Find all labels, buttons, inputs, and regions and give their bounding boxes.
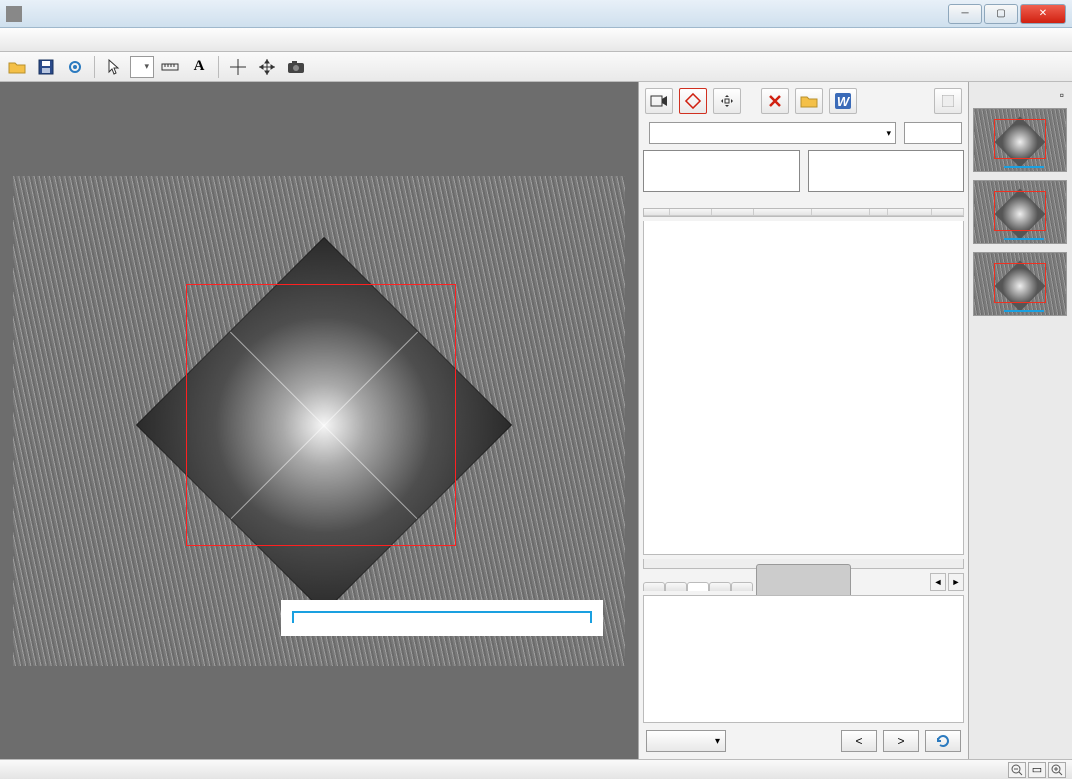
tab-next[interactable]: ► (948, 573, 964, 591)
menu-file[interactable] (4, 37, 24, 43)
album-thumb-3[interactable] (973, 252, 1067, 316)
zoom-in-button[interactable] (1048, 762, 1066, 778)
scale-bar (281, 600, 603, 636)
chart-refresh-button[interactable] (925, 730, 961, 752)
statusbar: ▭ (0, 759, 1072, 779)
close-button[interactable]: ✕ (1020, 4, 1066, 24)
part-no-input[interactable] (904, 122, 962, 144)
word-export-button[interactable]: W (829, 88, 857, 114)
menu-geometry[interactable] (104, 37, 124, 43)
menubar (0, 28, 1072, 52)
tab-settings[interactable] (665, 582, 687, 591)
album-pin-icon[interactable]: ▫ (1060, 88, 1064, 102)
indent-detect-button[interactable] (679, 88, 707, 114)
tab-prev[interactable]: ◄ (930, 573, 946, 591)
open-button[interactable] (4, 55, 30, 79)
part-name-combo[interactable] (649, 122, 896, 144)
menu-preprocess[interactable] (44, 37, 64, 43)
save-button[interactable] (33, 55, 59, 79)
video-button[interactable] (645, 88, 673, 114)
results-title (643, 196, 964, 204)
hardness-scale (808, 150, 965, 192)
open-file-button[interactable] (795, 88, 823, 114)
crosshair-tool[interactable] (225, 55, 251, 79)
album-panel: ▫ (968, 82, 1072, 759)
measure-roi[interactable] (186, 284, 456, 546)
ruler-tool[interactable] (157, 55, 183, 79)
maximize-button[interactable]: ▢ (984, 4, 1018, 24)
menu-view[interactable] (24, 37, 44, 43)
album-thumb-1[interactable] (973, 108, 1067, 172)
hardening-curve-chart (643, 595, 964, 723)
toolbar: A (0, 52, 1072, 82)
minimize-button[interactable]: ─ (948, 4, 982, 24)
specimen-image[interactable] (13, 176, 625, 666)
chart-next-button[interactable]: > (883, 730, 919, 752)
delete-button[interactable] (761, 88, 789, 114)
tab-stats[interactable] (643, 582, 665, 591)
results-table (643, 208, 964, 217)
menu-capture[interactable] (84, 37, 104, 43)
camera-button[interactable] (283, 55, 309, 79)
zoom-combo[interactable] (130, 56, 154, 78)
titlebar: ─ ▢ ✕ (0, 0, 1072, 28)
tab-convert[interactable] (709, 582, 731, 591)
app-icon (6, 6, 22, 22)
text-tool[interactable]: A (186, 55, 212, 79)
hardness-value (643, 150, 800, 192)
menu-help[interactable] (144, 37, 164, 43)
zoom-fit-button[interactable]: ▭ (1028, 762, 1046, 778)
settings-button[interactable] (62, 55, 88, 79)
album-thumb-2[interactable] (973, 180, 1067, 244)
tab-hardening-curve[interactable] (687, 582, 709, 591)
measurement-panel: W (638, 82, 968, 759)
zoom-out-button[interactable] (1008, 762, 1026, 778)
expand-button[interactable] (713, 88, 741, 114)
stop-button[interactable] (934, 88, 962, 114)
pointer-tool[interactable] (101, 55, 127, 79)
tab-test-params[interactable] (731, 582, 753, 591)
move-tool[interactable] (254, 55, 280, 79)
chart-axis-combo[interactable] (646, 730, 726, 752)
svg-text:W: W (837, 94, 851, 109)
table-scrollbar[interactable] (643, 559, 964, 569)
image-viewport[interactable] (0, 82, 638, 759)
menu-calibrate[interactable] (64, 37, 84, 43)
chart-prev-button[interactable]: < (841, 730, 877, 752)
menu-vickers[interactable] (124, 37, 144, 43)
